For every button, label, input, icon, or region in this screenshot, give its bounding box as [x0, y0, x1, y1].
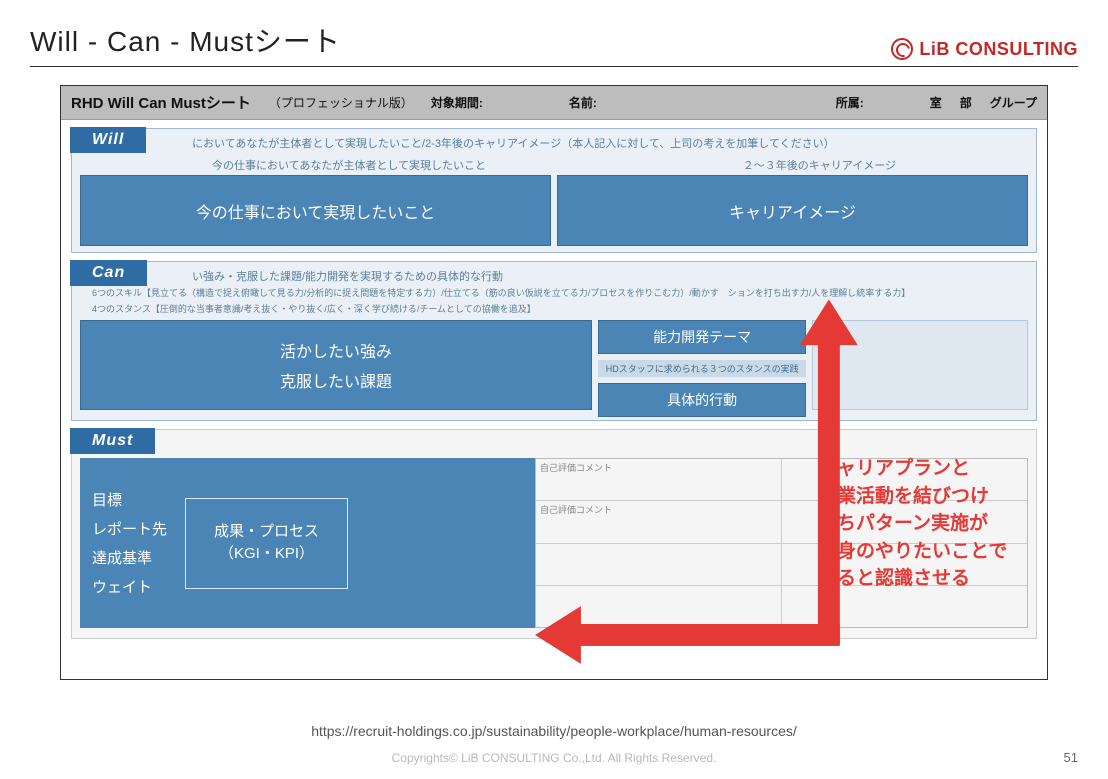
copyright: Copyrights© LiB CONSULTING Co.,Ltd. All …: [0, 751, 1108, 765]
anno-5: あると認識させる: [818, 565, 1068, 593]
name-label: 名前:: [569, 94, 597, 111]
can-box-action: 具体的行動: [598, 383, 807, 417]
unit-3: グループ: [990, 94, 1037, 111]
anno-4: 自身のやりたいことで: [818, 538, 1068, 566]
period-label: 対象期間:: [431, 94, 483, 111]
will-box-current: 今の仕事において実現したいこと: [80, 175, 551, 246]
unit-2: 部: [960, 94, 972, 111]
header: Will - Can - Mustシート LiB CONSULTING: [30, 20, 1078, 67]
can-left-line2: 克服したい課題: [280, 368, 392, 392]
must-center-2: （KGI・KPI）: [214, 543, 319, 566]
annotation-text: キャリアプランと 営業活動を結びつけ 勝ちパターン実施が 自身のやりたいことで …: [818, 455, 1068, 593]
sheet-title: RHD Will Can Mustシート: [71, 92, 251, 113]
can-mid-column: 能力開発テーマ HDスタッフに求められる３つのスタンスの実践 具体的行動: [598, 320, 807, 410]
brand-logo: LiB CONSULTING: [891, 38, 1078, 60]
can-box-theme: 能力開発テーマ: [598, 320, 807, 354]
must-labels: 目標 レポート先 達成基準 ウェイト: [92, 489, 167, 597]
unit-1: 室: [930, 94, 942, 111]
must-cell: 自己評価コメント: [536, 459, 782, 500]
worksheet-header: RHD Will Can Mustシート （プロフェッショナル版） 対象期間: …: [61, 86, 1047, 120]
page-number: 51: [1064, 750, 1078, 765]
can-bg3: 4つのスタンス【圧倒的な当事者意識/考え抜く・やり抜く/広く・深く学び続ける/チ…: [92, 302, 536, 315]
must-label-3: ウェイト: [92, 576, 167, 597]
must-label-1: レポート先: [92, 518, 167, 539]
will-tag: Will: [70, 127, 146, 153]
slide: Will - Can - Mustシート LiB CONSULTING RHD …: [0, 0, 1108, 779]
logo-mark-icon: [891, 38, 913, 60]
can-section: Can い強み・克服した課題/能力開発を実現するための具体的な行動 6つのスキル…: [71, 261, 1037, 421]
source-url: https://recruit-holdings.co.jp/sustainab…: [0, 723, 1108, 739]
can-review-cell: [812, 320, 1028, 410]
will-bg1: においてあなたが主体者として実現したいこと/2-3年後のキャリアイメージ（本人記…: [192, 135, 835, 151]
anno-2: 営業活動を結びつけ: [818, 483, 1068, 511]
will-bg3: ２〜３年後のキャリアイメージ: [743, 157, 896, 173]
must-tag: Must: [70, 428, 155, 454]
must-cell: 自己評価コメント: [536, 501, 782, 542]
sheet-edition: （プロフェッショナル版）: [269, 94, 413, 111]
belong-label: 所属:: [836, 94, 864, 111]
must-center-box: 成果・プロセス （KGI・KPI）: [185, 498, 348, 589]
will-bg2: 今の仕事においてあなたが主体者として実現したいこと: [212, 157, 486, 173]
anno-3: 勝ちパターン実施が: [818, 510, 1068, 538]
must-left-panel: 目標 レポート先 達成基準 ウェイト 成果・プロセス （KGI・KPI）: [80, 458, 535, 628]
can-left-line1: 活かしたい強み: [280, 338, 392, 362]
can-bg2: 6つのスキル【見立てる（構造で捉え俯瞰して見る力/分析的に捉え問題を特定する力）…: [92, 286, 910, 299]
can-mid-divider: HDスタッフに求められる３つのスタンスの実践: [598, 360, 807, 377]
must-label-2: 達成基準: [92, 547, 167, 568]
can-box-strength: 活かしたい強み 克服したい課題: [80, 320, 592, 410]
must-center-1: 成果・プロセス: [214, 521, 319, 544]
slide-title: Will - Can - Mustシート: [30, 20, 341, 60]
can-tag: Can: [70, 260, 147, 286]
will-section: Will においてあなたが主体者として実現したいこと/2-3年後のキャリアイメー…: [71, 128, 1037, 253]
anno-1: キャリアプランと: [818, 455, 1068, 483]
can-bg1: い強み・克服した課題/能力開発を実現するための具体的な行動: [192, 268, 503, 284]
must-label-0: 目標: [92, 489, 167, 510]
logo-text: LiB CONSULTING: [919, 39, 1078, 60]
will-box-career: キャリアイメージ: [557, 175, 1028, 246]
